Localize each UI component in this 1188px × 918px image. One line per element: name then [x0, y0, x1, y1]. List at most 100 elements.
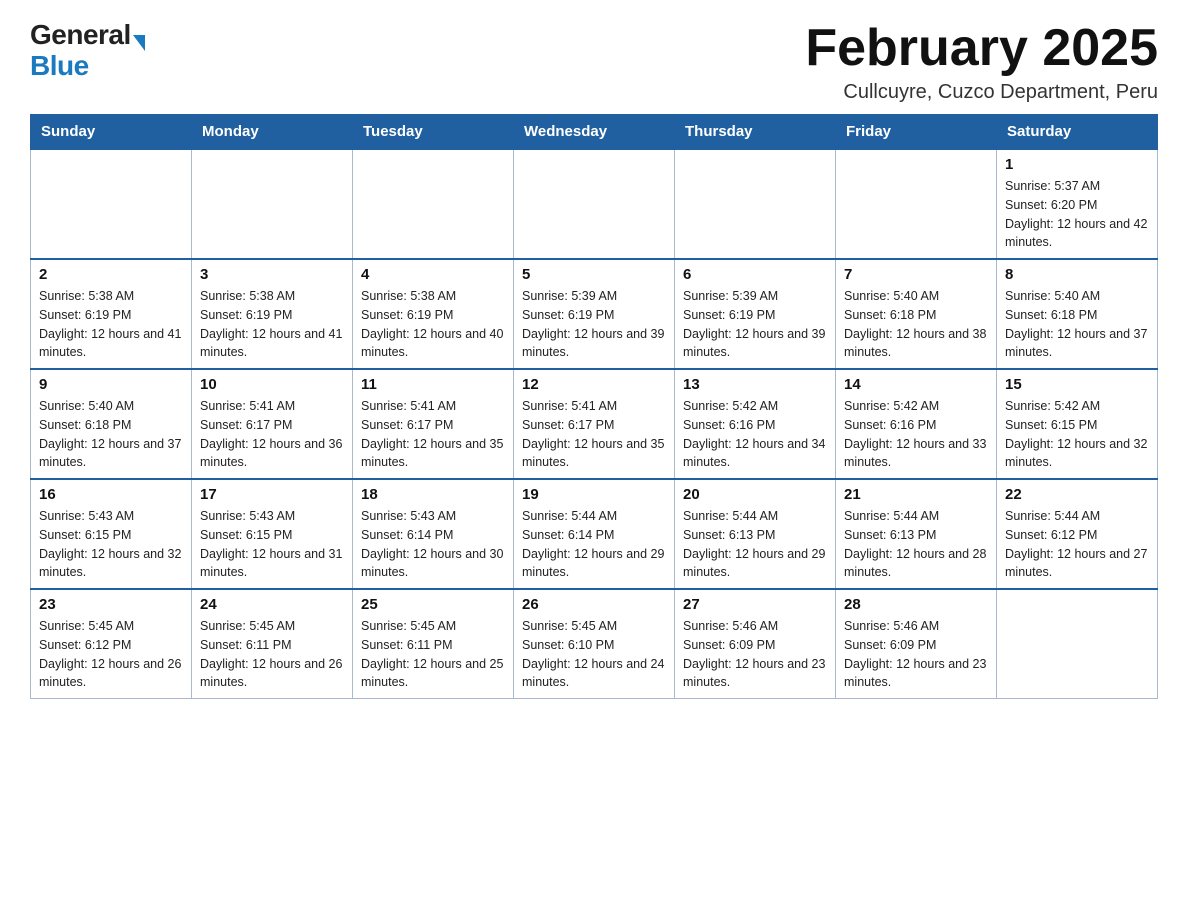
day-info: Sunrise: 5:40 AM Sunset: 6:18 PM Dayligh… — [844, 287, 988, 362]
day-info: Sunrise: 5:45 AM Sunset: 6:10 PM Dayligh… — [522, 617, 666, 692]
day-number: 14 — [844, 376, 988, 393]
logo: General Blue — [30, 20, 145, 82]
day-number: 5 — [522, 266, 666, 283]
calendar-table: SundayMondayTuesdayWednesdayThursdayFrid… — [30, 114, 1158, 699]
day-info: Sunrise: 5:38 AM Sunset: 6:19 PM Dayligh… — [361, 287, 505, 362]
day-info: Sunrise: 5:44 AM Sunset: 6:14 PM Dayligh… — [522, 507, 666, 582]
logo-arrow-icon — [133, 35, 145, 51]
day-info: Sunrise: 5:40 AM Sunset: 6:18 PM Dayligh… — [1005, 287, 1149, 362]
calendar-cell: 20 Sunrise: 5:44 AM Sunset: 6:13 PM Dayli… — [675, 479, 836, 589]
day-number: 23 — [39, 596, 183, 613]
calendar-header-row: SundayMondayTuesdayWednesdayThursdayFrid… — [31, 115, 1158, 150]
day-info: Sunrise: 5:45 AM Sunset: 6:11 PM Dayligh… — [200, 617, 344, 692]
calendar-cell: 14Sunrise: 5:42 AM Sunset: 6:16 PM Dayli… — [836, 369, 997, 479]
day-number: 3 — [200, 266, 344, 283]
calendar-cell: 1 Sunrise: 5:37 AM Sunset: 6:20 PM Daylig… — [997, 149, 1158, 259]
calendar-cell: 9 Sunrise: 5:40 AM Sunset: 6:18 PM Daylig… — [31, 369, 192, 479]
day-number: 21 — [844, 486, 988, 503]
calendar-week-row: 1 Sunrise: 5:37 AM Sunset: 6:20 PM Daylig… — [31, 149, 1158, 259]
calendar-week-row: 16 Sunrise: 5:43 AM Sunset: 6:15 PM Dayli… — [31, 479, 1158, 589]
day-info: Sunrise: 5:37 AM Sunset: 6:20 PM Dayligh… — [1005, 177, 1149, 252]
calendar-location: Cullcuyre, Cuzco Department, Peru — [805, 81, 1158, 104]
day-info: Sunrise: 5:46 AM Sunset: 6:09 PM Dayligh… — [844, 617, 988, 692]
calendar-cell: 7 Sunrise: 5:40 AM Sunset: 6:18 PM Daylig… — [836, 259, 997, 369]
day-info: Sunrise: 5:41 AM Sunset: 6:17 PM Dayligh… — [200, 397, 344, 472]
calendar-cell — [675, 149, 836, 259]
day-number: 13 — [683, 376, 827, 393]
day-number: 26 — [522, 596, 666, 613]
day-number: 7 — [844, 266, 988, 283]
calendar-header-wednesday: Wednesday — [514, 115, 675, 150]
day-number: 4 — [361, 266, 505, 283]
day-number: 10 — [200, 376, 344, 393]
calendar-header-saturday: Saturday — [997, 115, 1158, 150]
calendar-cell: 6 Sunrise: 5:39 AM Sunset: 6:19 PM Daylig… — [675, 259, 836, 369]
day-number: 9 — [39, 376, 183, 393]
calendar-cell: 8 Sunrise: 5:40 AM Sunset: 6:18 PM Daylig… — [997, 259, 1158, 369]
calendar-cell — [997, 589, 1158, 699]
calendar-cell: 23 Sunrise: 5:45 AM Sunset: 6:12 PM Dayli… — [31, 589, 192, 699]
day-info: Sunrise: 5:45 AM Sunset: 6:12 PM Dayligh… — [39, 617, 183, 692]
day-number: 24 — [200, 596, 344, 613]
calendar-cell: 24 Sunrise: 5:45 AM Sunset: 6:11 PM Dayli… — [192, 589, 353, 699]
calendar-cell: 19 Sunrise: 5:44 AM Sunset: 6:14 PM Dayli… — [514, 479, 675, 589]
day-info: Sunrise: 5:39 AM Sunset: 6:19 PM Dayligh… — [683, 287, 827, 362]
calendar-cell — [514, 149, 675, 259]
day-number: 6 — [683, 266, 827, 283]
calendar-week-row: 2Sunrise: 5:38 AM Sunset: 6:19 PM Daylig… — [31, 259, 1158, 369]
day-info: Sunrise: 5:46 AM Sunset: 6:09 PM Dayligh… — [683, 617, 827, 692]
calendar-cell: 2Sunrise: 5:38 AM Sunset: 6:19 PM Daylig… — [31, 259, 192, 369]
title-block: February 2025 Cullcuyre, Cuzco Departmen… — [805, 20, 1158, 104]
day-number: 17 — [200, 486, 344, 503]
calendar-cell: 26 Sunrise: 5:45 AM Sunset: 6:10 PM Dayli… — [514, 589, 675, 699]
day-number: 11 — [361, 376, 505, 393]
day-number: 16 — [39, 486, 183, 503]
calendar-cell: 3 Sunrise: 5:38 AM Sunset: 6:19 PM Daylig… — [192, 259, 353, 369]
calendar-title: February 2025 — [805, 20, 1158, 77]
day-info: Sunrise: 5:44 AM Sunset: 6:13 PM Dayligh… — [683, 507, 827, 582]
day-info: Sunrise: 5:43 AM Sunset: 6:15 PM Dayligh… — [200, 507, 344, 582]
calendar-cell: 10 Sunrise: 5:41 AM Sunset: 6:17 PM Dayli… — [192, 369, 353, 479]
calendar-cell — [192, 149, 353, 259]
day-info: Sunrise: 5:38 AM Sunset: 6:19 PM Dayligh… — [39, 287, 183, 362]
day-info: Sunrise: 5:43 AM Sunset: 6:15 PM Dayligh… — [39, 507, 183, 582]
day-info: Sunrise: 5:42 AM Sunset: 6:16 PM Dayligh… — [683, 397, 827, 472]
day-number: 20 — [683, 486, 827, 503]
calendar-cell — [836, 149, 997, 259]
page-header: General Blue February 2025 Cullcuyre, Cu… — [30, 20, 1158, 104]
day-info: Sunrise: 5:40 AM Sunset: 6:18 PM Dayligh… — [39, 397, 183, 472]
calendar-cell: 25Sunrise: 5:45 AM Sunset: 6:11 PM Dayli… — [353, 589, 514, 699]
calendar-cell: 28Sunrise: 5:46 AM Sunset: 6:09 PM Dayli… — [836, 589, 997, 699]
logo-blue-text: Blue — [30, 51, 89, 82]
calendar-cell: 13 Sunrise: 5:42 AM Sunset: 6:16 PM Dayli… — [675, 369, 836, 479]
day-number: 1 — [1005, 156, 1149, 173]
day-info: Sunrise: 5:41 AM Sunset: 6:17 PM Dayligh… — [522, 397, 666, 472]
calendar-cell: 16 Sunrise: 5:43 AM Sunset: 6:15 PM Dayli… — [31, 479, 192, 589]
calendar-header-tuesday: Tuesday — [353, 115, 514, 150]
calendar-week-row: 9 Sunrise: 5:40 AM Sunset: 6:18 PM Daylig… — [31, 369, 1158, 479]
day-info: Sunrise: 5:44 AM Sunset: 6:13 PM Dayligh… — [844, 507, 988, 582]
calendar-cell: 21 Sunrise: 5:44 AM Sunset: 6:13 PM Dayli… — [836, 479, 997, 589]
calendar-cell: 22 Sunrise: 5:44 AM Sunset: 6:12 PM Dayli… — [997, 479, 1158, 589]
calendar-cell: 12 Sunrise: 5:41 AM Sunset: 6:17 PM Dayli… — [514, 369, 675, 479]
calendar-cell: 4 Sunrise: 5:38 AM Sunset: 6:19 PM Daylig… — [353, 259, 514, 369]
calendar-cell: 18 Sunrise: 5:43 AM Sunset: 6:14 PM Dayli… — [353, 479, 514, 589]
calendar-cell — [31, 149, 192, 259]
day-number: 15 — [1005, 376, 1149, 393]
day-info: Sunrise: 5:43 AM Sunset: 6:14 PM Dayligh… — [361, 507, 505, 582]
day-number: 8 — [1005, 266, 1149, 283]
day-info: Sunrise: 5:45 AM Sunset: 6:11 PM Dayligh… — [361, 617, 505, 692]
day-number: 12 — [522, 376, 666, 393]
calendar-cell: 15Sunrise: 5:42 AM Sunset: 6:15 PM Dayli… — [997, 369, 1158, 479]
day-info: Sunrise: 5:44 AM Sunset: 6:12 PM Dayligh… — [1005, 507, 1149, 582]
day-number: 19 — [522, 486, 666, 503]
day-number: 18 — [361, 486, 505, 503]
day-number: 22 — [1005, 486, 1149, 503]
calendar-cell: 17 Sunrise: 5:43 AM Sunset: 6:15 PM Dayli… — [192, 479, 353, 589]
calendar-cell: 5Sunrise: 5:39 AM Sunset: 6:19 PM Daylig… — [514, 259, 675, 369]
calendar-header-sunday: Sunday — [31, 115, 192, 150]
calendar-cell — [353, 149, 514, 259]
day-info: Sunrise: 5:38 AM Sunset: 6:19 PM Dayligh… — [200, 287, 344, 362]
day-number: 27 — [683, 596, 827, 613]
calendar-header-thursday: Thursday — [675, 115, 836, 150]
